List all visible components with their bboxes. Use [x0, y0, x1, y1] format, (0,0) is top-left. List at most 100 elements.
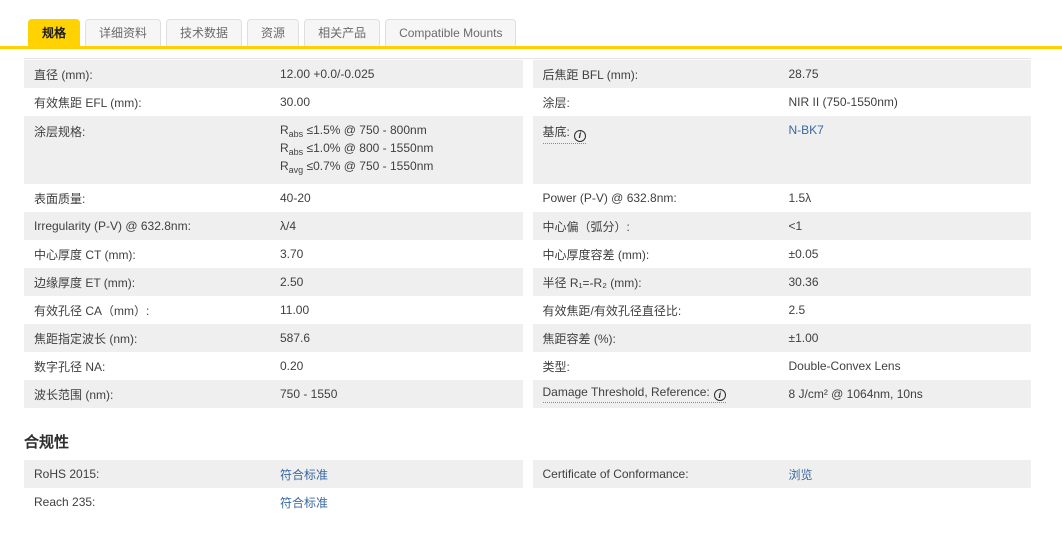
spec-value: λ/4	[280, 219, 297, 233]
spec-value: 587.6	[280, 331, 311, 345]
compliance-label: Reach 235:	[34, 495, 96, 509]
spec-cell-surface-quality: 表面质量: 40-20	[24, 184, 523, 212]
spec-cell-damage-threshold: Damage Threshold, Reference: 8 J/cm² @ 1…	[532, 380, 1031, 408]
spec-cell-clear-aperture: 有效孔径 CA（mm）: 11.00	[24, 296, 523, 324]
spec-cell-na: 数字孔径 NA: 0.20	[24, 352, 523, 380]
spec-cell-fnumber: 有效焦距/有效孔径直径比: 2.5	[533, 296, 1032, 324]
coating-spec-line: Rabs ≤1.0% @ 800 - 1550nm	[280, 141, 434, 157]
table-row: Reach 235: 符合标准	[24, 488, 1031, 516]
table-row: RoHS 2015: 符合标准 Certificate of Conforman…	[24, 460, 1031, 488]
compliance-value: 浏览	[789, 466, 1032, 483]
spec-value: 2.5	[788, 303, 806, 317]
spec-label: 直径 (mm):	[34, 67, 93, 82]
table-row: 数字孔径 NA: 0.20 类型: Double-Convex Lens	[24, 352, 1031, 380]
spec-label: 基底:	[533, 123, 789, 144]
spec-value: 2.50	[280, 275, 304, 289]
tab-accent-line	[0, 46, 1062, 49]
spec-cell-design-wavelength: 焦距指定波长 (nm): 587.6	[24, 324, 523, 352]
spec-label: 半径 R₁=-R₂ (mm):	[542, 275, 642, 290]
tab-technical-data[interactable]: 技术数据	[166, 19, 243, 46]
tab-resources[interactable]: 资源	[247, 19, 300, 46]
compliance-cell-empty	[533, 488, 1032, 516]
spec-value: 8 J/cm² @ 1064nm, 10ns	[788, 387, 923, 401]
spec-value: 12.00 +0.0/-0.025	[280, 67, 375, 81]
info-icon[interactable]	[713, 389, 726, 402]
spec-label: 边缘厚度 ET (mm):	[34, 275, 136, 290]
compliance-heading: 合规性	[24, 434, 70, 451]
table-row: 表面质量: 40-20 Power (P-V) @ 632.8nm: 1.5λ	[24, 184, 1031, 212]
spec-value: 30.00	[280, 95, 311, 109]
spec-cell-center-thickness: 中心厚度 CT (mm): 3.70	[24, 240, 523, 268]
spec-cell-coating: 涂层: NIR II (750-1550nm)	[533, 88, 1032, 116]
spec-label: 类型:	[542, 359, 570, 374]
spec-cell-irregularity: Irregularity (P-V) @ 632.8nm: λ/4	[24, 212, 523, 240]
spec-label: 涂层规格:	[34, 125, 86, 139]
table-row: 直径 (mm): 12.00 +0.0/-0.025 后焦距 BFL (mm):…	[24, 60, 1031, 88]
spec-label: Damage Threshold, Reference:	[533, 385, 789, 404]
table-row: 边缘厚度 ET (mm): 2.50 半径 R₁=-R₂ (mm): 30.36	[24, 268, 1031, 296]
spec-label: 有效焦距 EFL (mm):	[34, 95, 142, 110]
table-row: 有效孔径 CA（mm）: 11.00 有效焦距/有效孔径直径比: 2.5	[24, 296, 1031, 324]
table-row: 中心厚度 CT (mm): 3.70 中心厚度容差 (mm): ±0.05	[24, 240, 1031, 268]
compliance-label: RoHS 2015:	[34, 467, 100, 481]
tab-specifications[interactable]: 规格	[28, 19, 81, 46]
substrate-tooltip-label[interactable]: 基底:	[542, 123, 586, 144]
spec-cell-wavelength-range: 波长范围 (nm): 750 - 1550	[24, 380, 523, 408]
spec-cell-bfl: 后焦距 BFL (mm): 28.75	[532, 60, 1031, 88]
table-row: 涂层规格: Rabs ≤1.5% @ 750 - 800nm Rabs ≤1.0…	[24, 116, 1031, 184]
spec-label: 有效孔径 CA（mm）:	[34, 303, 150, 318]
table-row: 波长范围 (nm): 750 - 1550 Damage Threshold, …	[24, 380, 1031, 408]
tab-details[interactable]: 详细资料	[85, 19, 162, 46]
rohs-compliant-link[interactable]: 符合标准	[280, 468, 328, 482]
spec-cell-type: 类型: Double-Convex Lens	[533, 352, 1032, 380]
spec-value: <1	[788, 219, 803, 233]
spec-label: 中心厚度容差 (mm):	[542, 247, 650, 262]
spec-value: Double-Convex Lens	[788, 359, 901, 373]
spec-cell-edge-thickness: 边缘厚度 ET (mm): 2.50	[24, 268, 523, 296]
spec-label: 表面质量:	[34, 191, 86, 206]
info-icon[interactable]	[573, 129, 586, 142]
spec-cell-centering: 中心偏（弧分）: <1	[532, 212, 1031, 240]
spec-value: NIR II (750-1550nm)	[788, 95, 898, 109]
tab-compatible-mounts[interactable]: Compatible Mounts	[385, 19, 517, 46]
compliance-table: RoHS 2015: 符合标准 Certificate of Conforman…	[24, 460, 1031, 516]
spec-label: Power (P-V) @ 632.8nm:	[542, 191, 677, 205]
spec-value: 0.20	[280, 359, 304, 373]
spec-cell-efl: 有效焦距 EFL (mm): 30.00	[24, 88, 523, 116]
spec-table: 直径 (mm): 12.00 +0.0/-0.025 后焦距 BFL (mm):…	[24, 58, 1031, 408]
spec-value: 28.75	[788, 67, 819, 81]
spec-value: ±0.05	[788, 247, 819, 261]
coating-spec-line: Ravg ≤0.7% @ 750 - 1550nm	[280, 159, 434, 175]
substrate-link[interactable]: N-BK7	[789, 123, 824, 137]
spec-value: ±1.00	[788, 331, 819, 345]
spec-value: 11.00	[280, 303, 310, 317]
spec-label: 涂层:	[542, 95, 570, 110]
spec-label: 数字孔径 NA:	[34, 359, 106, 374]
spec-cell-ct-tolerance: 中心厚度容差 (mm): ±0.05	[533, 240, 1032, 268]
spec-cell-substrate: 基底: N-BK7	[532, 116, 1032, 184]
compliance-cell-rohs: RoHS 2015: 符合标准	[24, 460, 523, 488]
spec-label: 有效焦距/有效孔径直径比:	[542, 303, 682, 318]
spec-label: 波长范围 (nm):	[34, 387, 114, 402]
spec-value: N-BK7	[789, 123, 1032, 137]
compliance-label: Certificate of Conformance:	[542, 467, 689, 481]
spec-label: 后焦距 BFL (mm):	[542, 67, 639, 82]
spec-value: 30.36	[788, 275, 819, 289]
spec-cell-fl-tolerance: 焦距容差 (%): ±1.00	[532, 324, 1031, 352]
compliance-cell-certificate: Certificate of Conformance: 浏览	[532, 460, 1032, 488]
spec-value: 750 - 1550	[280, 387, 338, 401]
compliance-value: 符合标准	[280, 466, 523, 483]
compliance-value: 符合标准	[280, 494, 523, 511]
compliance-cell-reach: Reach 235: 符合标准	[24, 488, 523, 516]
tab-bar: 规格 详细资料 技术数据 资源 相关产品 Compatible Mounts	[0, 19, 1062, 46]
spec-label: 焦距指定波长 (nm):	[34, 331, 138, 346]
certificate-view-link[interactable]: 浏览	[789, 468, 813, 482]
table-row: 焦距指定波长 (nm): 587.6 焦距容差 (%): ±1.00	[24, 324, 1031, 352]
reach-compliant-link[interactable]: 符合标准	[280, 496, 328, 510]
spec-cell-coating-spec: 涂层规格: Rabs ≤1.5% @ 750 - 800nm Rabs ≤1.0…	[24, 116, 523, 184]
spec-cell-diameter: 直径 (mm): 12.00 +0.0/-0.025	[24, 60, 523, 88]
table-row: 有效焦距 EFL (mm): 30.00 涂层: NIR II (750-155…	[24, 88, 1031, 116]
spec-value: Rabs ≤1.5% @ 750 - 800nm Rabs ≤1.0% @ 80…	[280, 123, 523, 177]
tab-related-products[interactable]: 相关产品	[304, 19, 381, 46]
damage-threshold-tooltip-label[interactable]: Damage Threshold, Reference:	[542, 385, 726, 404]
